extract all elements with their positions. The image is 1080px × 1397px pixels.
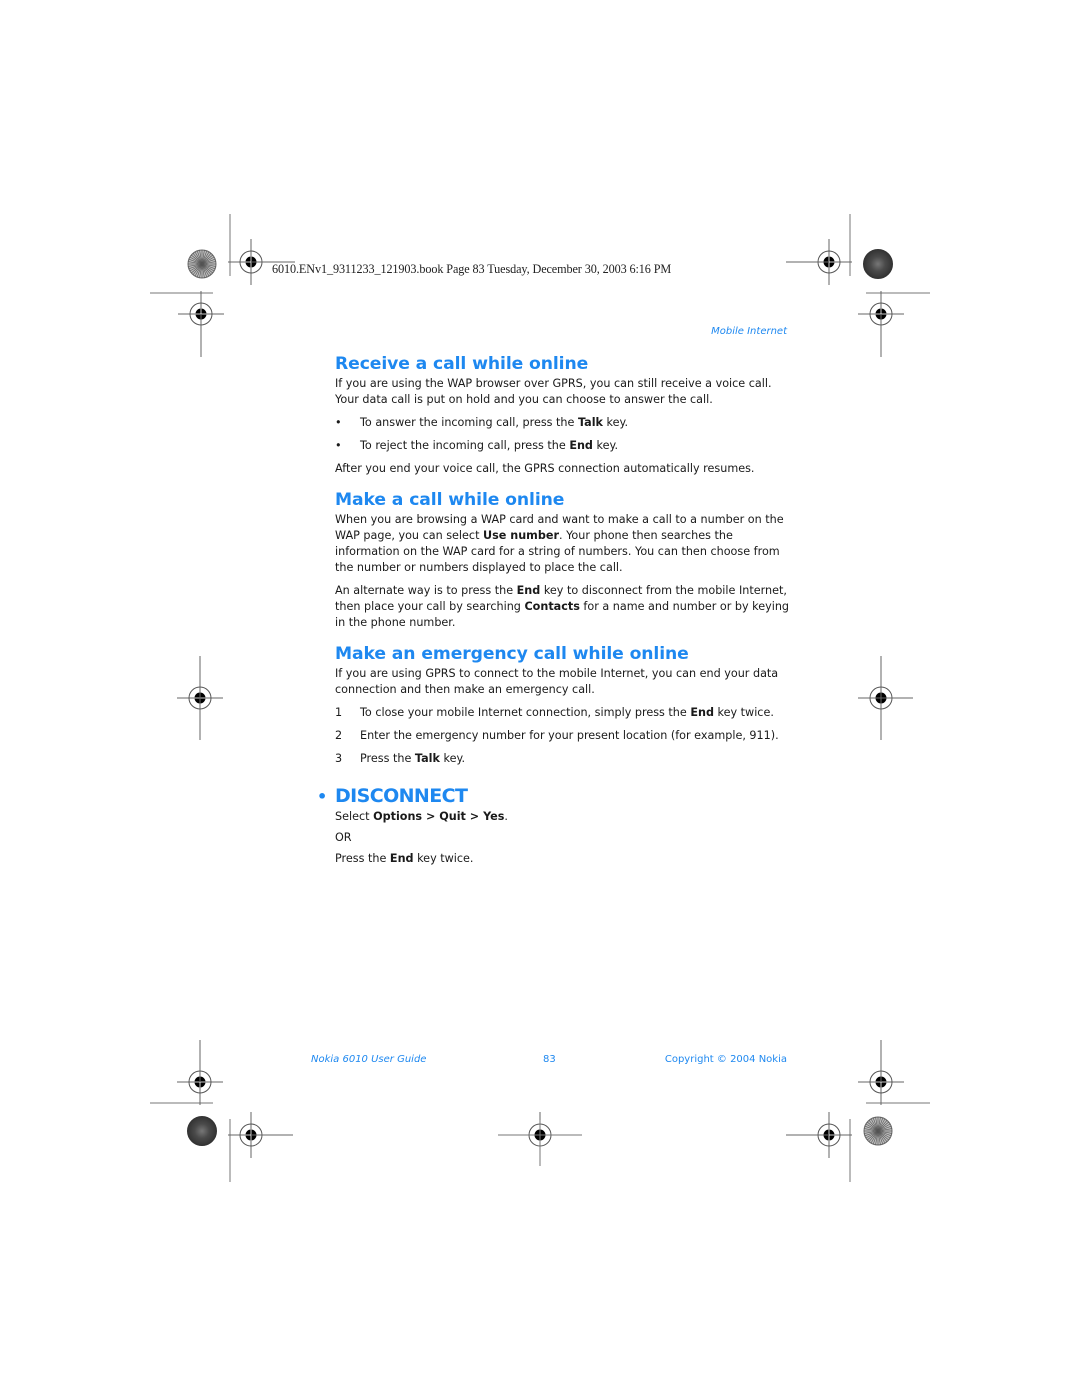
key-name: Talk [577, 416, 603, 429]
key-name: End [389, 852, 414, 865]
menu-name: Use number [483, 529, 559, 542]
footer-guide-title: Nokia 6010 User Guide [311, 1054, 427, 1065]
section-receive-call: Receive a call while online If you are u… [335, 352, 790, 477]
section-make-call: Make a call while online When you are br… [335, 488, 790, 631]
menu-path: Options > Quit > Yes [373, 810, 505, 823]
section-heading: Make an emergency call while online [335, 644, 689, 664]
starburst-target-top-left [187, 249, 217, 279]
section-heading: DISCONNECT [335, 785, 468, 807]
paragraph: An alternate way is to press the End key… [335, 583, 790, 631]
text: An alternate way is to press the [335, 584, 517, 597]
text: To reject the incoming call, press the [360, 439, 570, 452]
key-name: Talk [414, 752, 440, 765]
paragraph: Select Options > Quit > Yes. [335, 809, 790, 825]
text: key twice. [713, 706, 774, 719]
section-emergency-call: Make an emergency call while online If y… [335, 642, 790, 767]
text: Select [335, 810, 374, 823]
text: Enter the emergency number for your pres… [360, 729, 779, 742]
text: Press the [335, 852, 390, 865]
disconnect-heading: • DISCONNECT [317, 785, 790, 807]
list-item: • To reject the incoming call, press the … [335, 438, 790, 454]
key-name: End [690, 706, 714, 719]
key-name: End [516, 584, 541, 597]
page-content: Receive a call while online If you are u… [317, 352, 790, 867]
section-heading: Make a call while online [335, 490, 565, 510]
paragraph: After you end your voice call, the GPRS … [335, 462, 755, 475]
text: Press the [360, 752, 415, 765]
bullet-icon: • [317, 787, 328, 806]
text: key. [602, 416, 629, 429]
text: key. [439, 752, 466, 765]
starburst-target-bottom-right [863, 1116, 893, 1146]
step-number: 1 [335, 706, 343, 719]
numbered-steps: 1 To close your mobile Internet connectio… [335, 705, 790, 767]
step-item: 2 Enter the emergency number for your pre… [335, 728, 790, 744]
section-disconnect: • DISCONNECT Select Options > Quit > Yes… [317, 785, 790, 867]
text: . [504, 810, 508, 823]
text: key twice. [413, 852, 474, 865]
menu-name: Contacts [524, 600, 580, 613]
text: To close your mobile Internet connection… [360, 706, 691, 719]
paragraph: Press the End key twice. [335, 851, 790, 867]
dark-target-bottom-left [187, 1116, 217, 1146]
step-item: 3 Press the Talk key. [335, 751, 790, 767]
or-separator: OR [335, 831, 352, 844]
list-item: • To answer the incoming call, press the … [335, 415, 790, 431]
step-number: 2 [335, 729, 343, 742]
text: key. [592, 439, 619, 452]
bullet-icon: • [335, 416, 342, 429]
paragraph: If you are using the WAP browser over GP… [335, 377, 772, 406]
section-heading: Receive a call while online [335, 354, 589, 374]
paragraph: If you are using GPRS to connect to the … [335, 667, 779, 696]
step-item: 1 To close your mobile Internet connectio… [335, 705, 790, 721]
key-name: End [569, 439, 593, 452]
footer-copyright: Copyright © 2004 Nokia [664, 1054, 787, 1065]
page-number: 83 [543, 1054, 556, 1065]
paragraph: When you are browsing a WAP card and wan… [335, 512, 790, 576]
step-number: 3 [335, 752, 343, 765]
print-slug-line: 6010.ENv1_9311233_121903.book Page 83 Tu… [272, 262, 672, 276]
bullet-icon: • [335, 439, 342, 452]
bullet-list: • To answer the incoming call, press the … [335, 415, 790, 454]
running-head: Mobile Internet [711, 326, 787, 337]
dark-target-top-right [863, 249, 893, 279]
text: To answer the incoming call, press the [360, 416, 578, 429]
